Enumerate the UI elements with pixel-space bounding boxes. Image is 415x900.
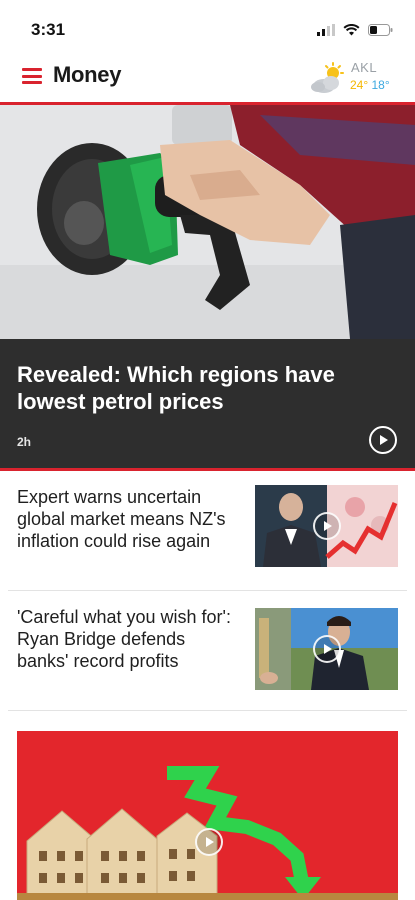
featured-story-card[interactable] xyxy=(17,731,398,900)
play-icon[interactable] xyxy=(195,828,223,856)
petrol-pump-illustration xyxy=(0,105,415,339)
article-thumbnail[interactable] xyxy=(255,485,398,567)
article-row[interactable]: Expert warns uncertain global market mea… xyxy=(8,470,407,591)
weather-low-temp: 18° xyxy=(371,78,390,92)
app-header: Money AKL 24° 18° xyxy=(0,56,415,105)
hero-timestamp: 2h xyxy=(17,435,32,449)
section-title: Money xyxy=(53,62,122,87)
wifi-icon xyxy=(343,24,360,36)
hamburger-menu-icon[interactable] xyxy=(22,68,42,84)
cellular-signal-icon xyxy=(317,24,335,36)
housing-market-image xyxy=(17,731,398,900)
hero-story[interactable]: Revealed: Which regions have lowest petr… xyxy=(0,105,415,471)
status-bar: 3:31 xyxy=(0,0,415,56)
weather-widget[interactable]: AKL 24° 18° xyxy=(309,60,401,96)
status-time: 3:31 xyxy=(31,20,66,39)
status-icons xyxy=(317,22,393,38)
hero-headline[interactable]: Revealed: Which regions have lowest petr… xyxy=(17,361,397,415)
partly-cloudy-icon xyxy=(311,62,344,93)
article-title[interactable]: Expert warns uncertain global market mea… xyxy=(17,486,237,552)
weather-city: AKL xyxy=(351,60,378,75)
play-icon[interactable] xyxy=(313,512,341,540)
play-icon[interactable] xyxy=(313,635,341,663)
article-title[interactable]: 'Careful what you wish for': Ryan Bridge… xyxy=(17,606,237,672)
play-icon[interactable] xyxy=(369,426,397,454)
article-thumbnail[interactable] xyxy=(255,608,398,690)
battery-icon xyxy=(368,24,393,36)
weather-high-temp: 24° xyxy=(350,78,369,92)
hero-image xyxy=(0,105,415,339)
hero-caption: Revealed: Which regions have lowest petr… xyxy=(0,339,415,468)
weather-temps: 24° 18° xyxy=(350,78,390,92)
article-row[interactable]: 'Careful what you wish for': Ryan Bridge… xyxy=(8,590,407,711)
